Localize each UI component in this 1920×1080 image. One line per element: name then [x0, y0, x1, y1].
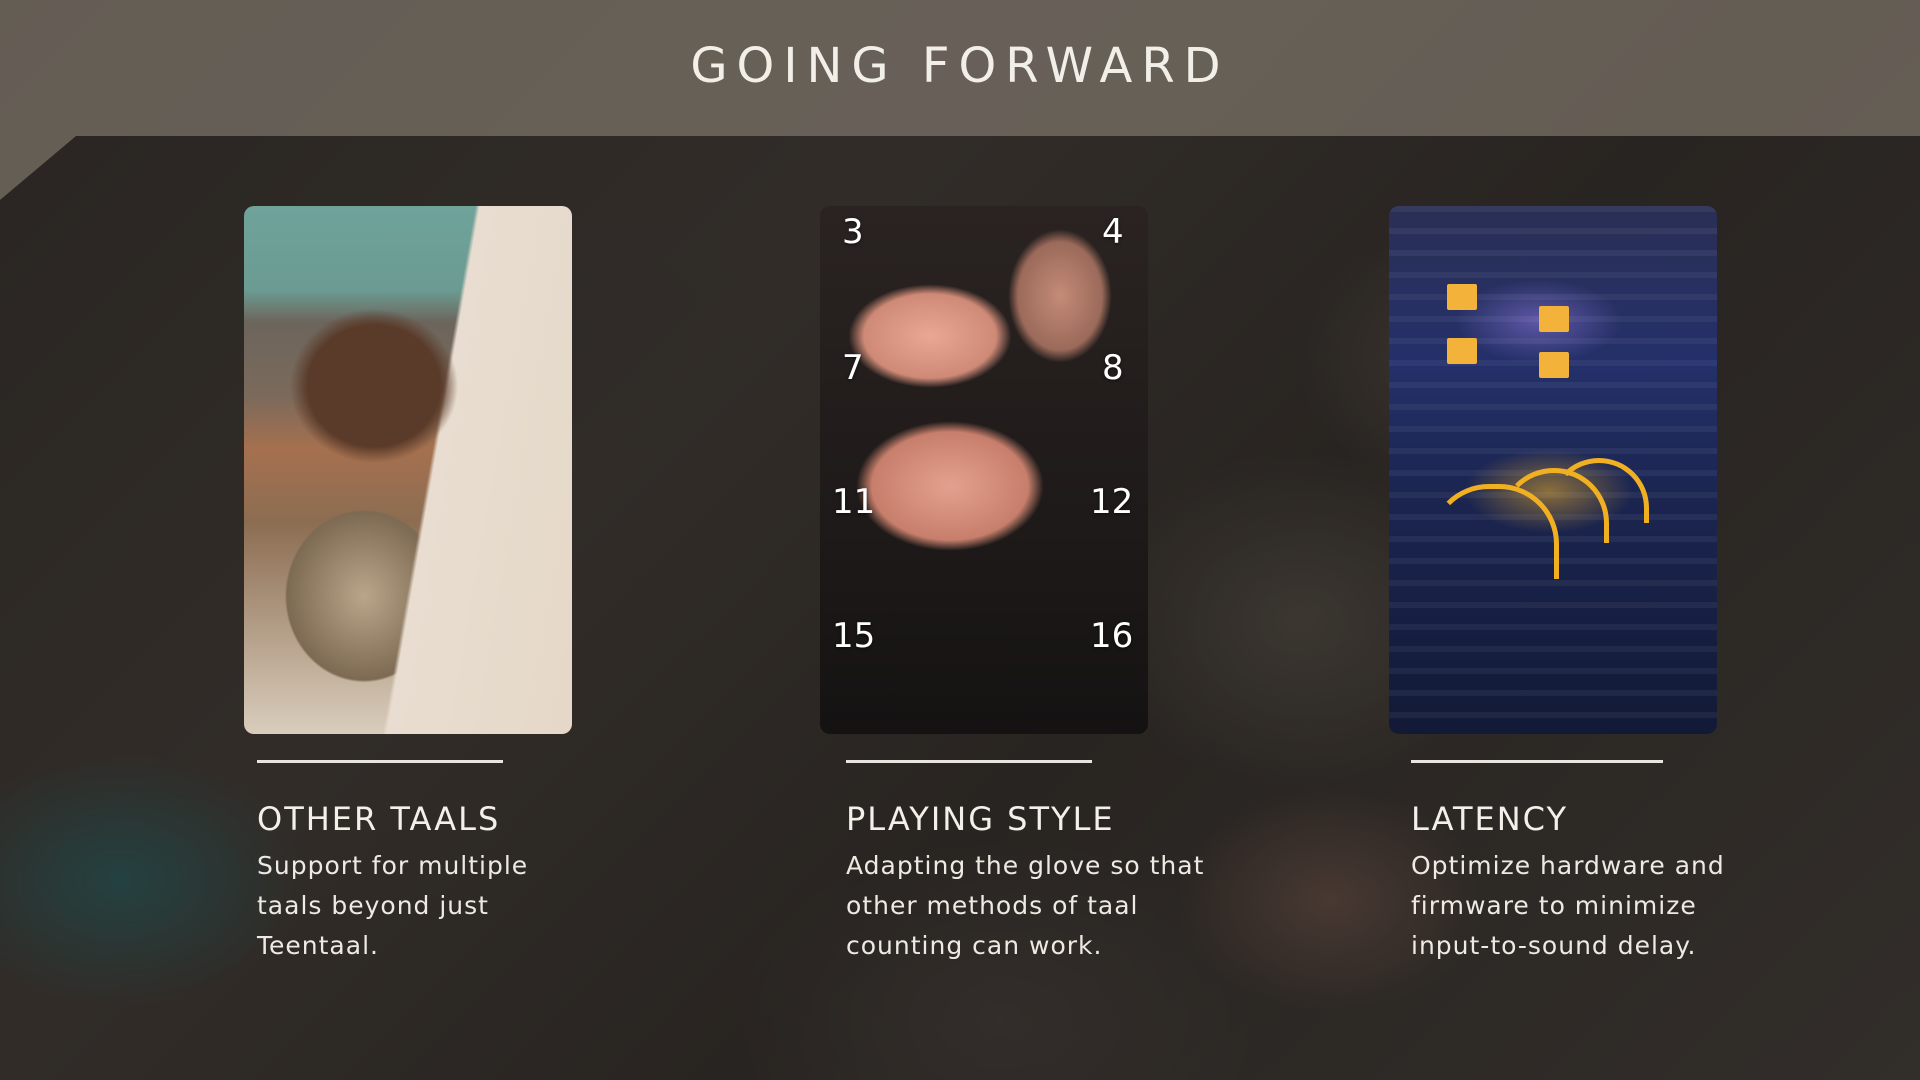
card-title-playing-style: PLAYING STYLE: [846, 800, 1115, 838]
rack-indicator-light: [1539, 306, 1569, 332]
rack-cable: [1549, 458, 1649, 523]
count-number: 4: [1102, 212, 1124, 252]
card-description: Support for multiple taals beyond just T…: [257, 851, 529, 960]
tabla-drum-image: [244, 206, 572, 734]
audio-rack-image: [1389, 206, 1717, 734]
count-number: 12: [1090, 482, 1134, 522]
card-divider: [1411, 760, 1663, 763]
count-number: 15: [832, 616, 876, 656]
card-description: Optimize hardware and firmware to minimi…: [1411, 851, 1725, 960]
card-description: Adapting the glove so that other methods…: [846, 851, 1205, 960]
slide-title: GOING FORWARD: [690, 38, 1230, 94]
card-title-other-taals: OTHER TAALS: [257, 800, 501, 838]
rack-indicator-light: [1447, 284, 1477, 310]
card-title-latency: LATENCY: [1411, 800, 1568, 838]
card-divider: [257, 760, 503, 763]
hand-counting-image: 3 4 7 8 11 12 15 16: [820, 206, 1148, 734]
count-number: 3: [842, 212, 864, 252]
count-number: 8: [1102, 348, 1124, 388]
rack-indicator-light: [1447, 338, 1477, 364]
header-corner-accent: [0, 136, 76, 200]
rack-indicator-light: [1539, 352, 1569, 378]
card-divider: [846, 760, 1092, 763]
count-number: 7: [842, 348, 864, 388]
count-number: 11: [832, 482, 876, 522]
count-number: 16: [1090, 616, 1134, 656]
